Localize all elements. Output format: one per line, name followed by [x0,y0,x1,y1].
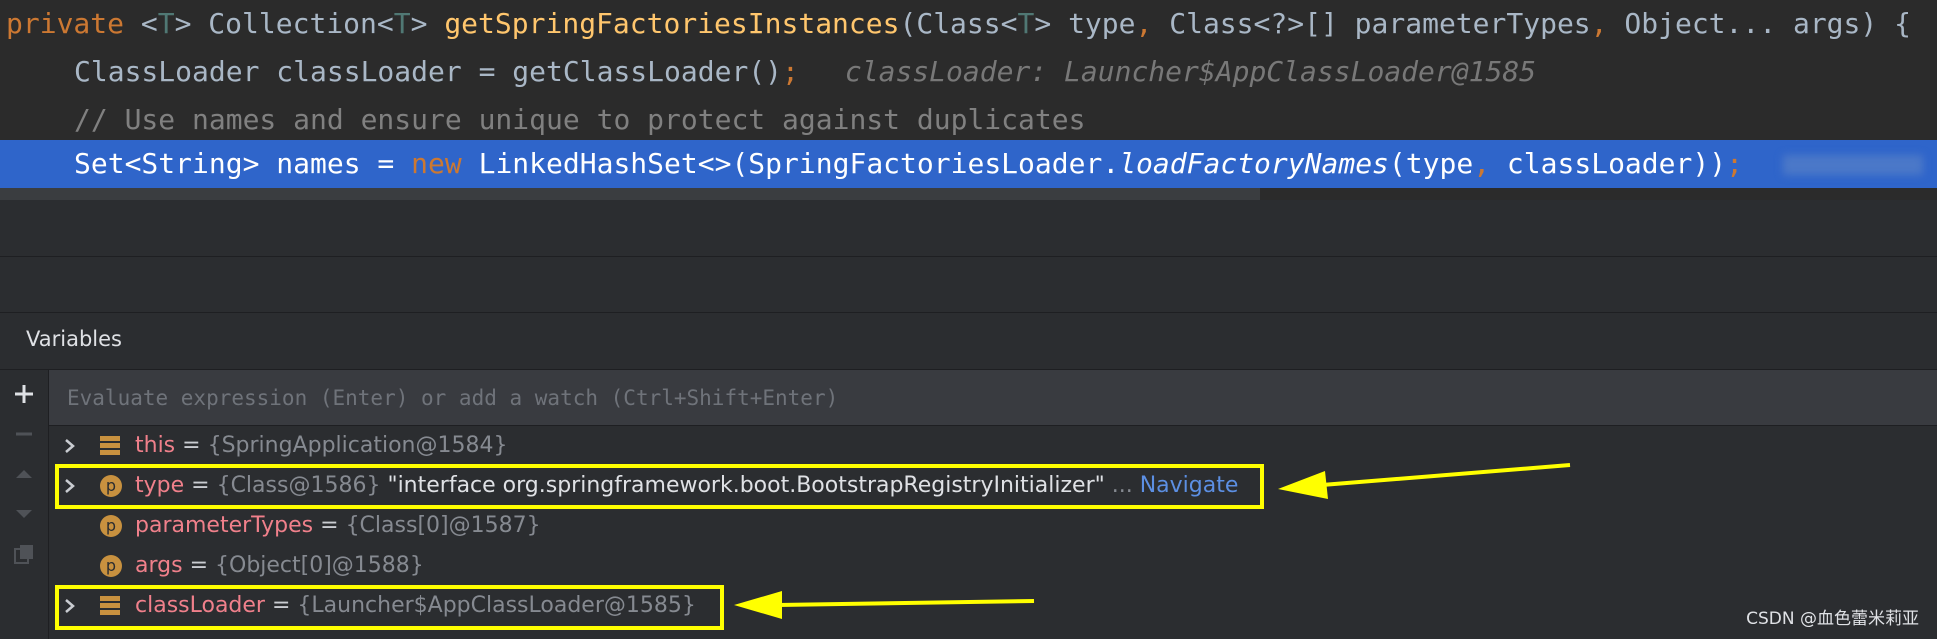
variable-row-args[interactable]: p args = {Object[0]@1588} [49,546,1937,586]
evaluate-expression-bar [49,370,1937,426]
param-icon: p [100,515,122,537]
comma: , [1135,7,1153,40]
param-icon: p [100,555,122,577]
type-param-open: < [140,7,158,40]
arrow-up-icon[interactable] [12,462,36,486]
return-type-close: > [410,7,445,40]
return-type: Collection< [191,7,394,40]
annotation-arrow-icon [1278,463,1571,499]
inline-debug-hint: classLoader: Launcher$AppClassLoader@158… [844,55,1537,88]
type-param-close: > [174,7,192,40]
arrow-down-icon[interactable] [12,502,36,526]
copy-icon[interactable] [12,542,36,566]
static-method-call: loadFactoryNames [1119,147,1389,180]
variable-name: this [135,433,176,458]
method-name: getSpringFactoriesInstances [444,7,900,40]
code-statement: (type [1388,147,1474,180]
variable-value: {Class[0]@1587} [345,513,541,538]
comma: , [1590,7,1608,40]
field-icon [100,436,120,456]
param-type-param: T [1017,7,1035,40]
semicolon: ; [1726,147,1743,180]
param-type: > type [1034,7,1136,40]
variable-row-parameter-types[interactable]: p parameterTypes = {Class[0]@1587} [49,506,1937,546]
keyword-new: new [411,147,462,180]
variable-value: {SpringApplication@1584} [207,433,508,458]
code-line-2[interactable]: ClassLoader classLoader = getClassLoader… [0,48,1937,96]
equals-sign: = [182,553,215,578]
watermark: CSDN @血色蕾米莉亚 [1746,609,1919,629]
code-statement: ClassLoader classLoader = getClassLoader… [74,55,783,88]
code-statement: LinkedHashSet<>(SpringFactoriesLoader. [461,147,1120,180]
param-args: Object... args) { [1607,7,1911,40]
param-list: (Class< [899,7,1018,40]
code-comment: // Use names and ensure unique to protec… [74,103,1086,136]
annotation-arrow-icon [734,591,1035,619]
semicolon: ; [782,55,799,88]
type-param: T [157,7,175,40]
return-type-param: T [393,7,411,40]
code-line-1[interactable]: private <T> Collection<T> getSpringFacto… [0,0,1937,48]
highlight-box-type [55,464,1264,509]
equals-sign: = [175,433,208,458]
evaluate-expression-input[interactable] [65,382,1569,414]
blurred-inline-hint [1782,155,1923,175]
keyword-private: private [6,7,125,40]
code-statement: classLoader)) [1490,147,1727,180]
comma: , [1473,147,1491,180]
code-editor[interactable]: private <T> Collection<T> getSpringFacto… [0,0,1937,200]
code-line-4-current[interactable]: Set<String> names = new LinkedHashSet<>(… [0,140,1937,188]
variable-name: parameterTypes [135,513,314,538]
equals-sign: = [313,513,346,538]
variable-row-this[interactable]: this = {SpringApplication@1584} [49,426,1937,466]
variable-name: args [135,553,183,578]
variables-header: Variables [0,313,1937,370]
variables-title: Variables [26,327,122,351]
param-parameter-types: Class<?>[] parameterTypes [1152,7,1591,40]
code-line-3[interactable]: // Use names and ensure unique to protec… [0,96,1937,144]
debug-toolbar [0,200,1937,257]
variables-side-toolbar [0,370,49,639]
minus-icon[interactable] [12,422,36,446]
plus-icon[interactable] [12,382,36,406]
highlight-box-class-loader [55,585,724,630]
horizontal-scrollbar[interactable] [0,188,1260,200]
debug-toolbar-secondary [0,257,1937,313]
code-statement: Set<String> names = [74,147,412,180]
variable-value: {Object[0]@1588} [215,553,424,578]
debugger-panel: Variables this = {SpringApplication@1584… [0,200,1937,639]
